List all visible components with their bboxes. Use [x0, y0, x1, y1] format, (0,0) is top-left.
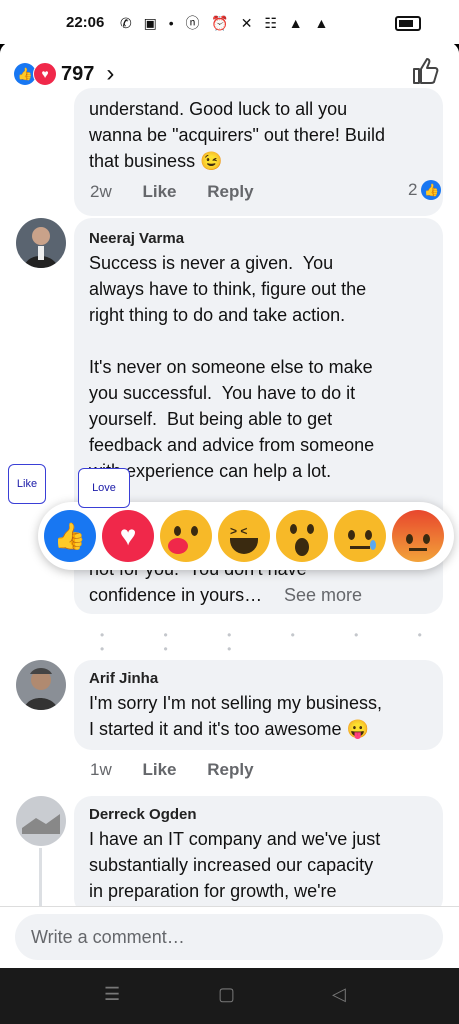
wow-icon[interactable]: [276, 510, 328, 562]
comment-time: 1w: [90, 760, 112, 779]
menu-icon[interactable]: ☰: [104, 984, 120, 1005]
thumbs-up-icon: [413, 58, 439, 84]
thread-line: [39, 848, 42, 906]
like-comment-button[interactable]: Like: [142, 760, 176, 779]
avatar[interactable]: [16, 218, 66, 268]
comment-reaction-count[interactable]: 2 👍: [408, 180, 442, 200]
sad-icon[interactable]: [334, 510, 386, 562]
comment-text: I have an IT company and we've just subs…: [89, 829, 381, 901]
reaction-count: 797: [61, 62, 95, 85]
love-icon[interactable]: ♥: [102, 510, 154, 562]
reply-button[interactable]: Reply: [207, 182, 253, 201]
love-reaction-icon: ♥: [33, 62, 57, 86]
status-bar: 22:06 ✆ ▣ • ⓝ ⏰ ✕ ☷ ▲ ▲: [0, 0, 459, 44]
comment-input[interactable]: Write a comment…: [15, 914, 443, 960]
comment-author[interactable]: Derreck Ogden: [89, 806, 197, 823]
chevron-right-icon[interactable]: ›: [106, 60, 114, 88]
like-tooltip: Like: [8, 464, 46, 504]
care-icon[interactable]: [160, 510, 212, 562]
reaction-summary[interactable]: 👍 ♥ 797 ›: [14, 60, 114, 88]
comment-bubble: Derreck Ogden I have an IT company and w…: [74, 796, 443, 916]
separator-dots: • • • • • • • • •: [100, 628, 450, 656]
comment-placeholder: Write a comment…: [31, 927, 185, 947]
like-comment-button[interactable]: Like: [142, 182, 176, 201]
system-nav-bar: ☰ ▢ ◁: [0, 968, 459, 1024]
like-icon[interactable]: 👍: [44, 510, 96, 562]
home-icon[interactable]: ▢: [218, 984, 235, 1005]
haha-icon[interactable]: > <: [218, 510, 270, 562]
battery-icon: [395, 16, 421, 31]
avatar[interactable]: [16, 660, 66, 710]
status-icons: ✆ ▣ • ⓝ ⏰ ✕ ☷ ▲ ▲: [120, 15, 333, 31]
reply-button[interactable]: Reply: [207, 760, 253, 779]
avatar[interactable]: [16, 796, 66, 846]
back-icon[interactable]: ◁: [332, 984, 346, 1005]
angry-icon[interactable]: [392, 510, 444, 562]
comment-actions: 1w Like Reply: [90, 760, 280, 780]
reaction-picker: 👍 ♥ > <: [38, 502, 454, 570]
comment-actions: 2w Like Reply: [90, 182, 280, 202]
comment-author[interactable]: Arif Jinha: [89, 670, 158, 687]
comment-author[interactable]: Neeraj Varma: [89, 230, 184, 247]
status-time: 22:06: [66, 14, 105, 31]
see-more-link[interactable]: See more: [284, 582, 362, 608]
comment-time: 2w: [90, 182, 112, 201]
comments-sheet: 👍 ♥ 797 › understand. Good luck to all y…: [0, 42, 459, 968]
comment-text: I'm sorry I'm not selling my business, I…: [89, 693, 382, 739]
love-tooltip: Love: [78, 468, 130, 508]
like-reaction-icon: 👍: [421, 180, 442, 200]
comment-text: Success is never a given. You always hav…: [89, 253, 375, 481]
comment-bubble: Arif Jinha I'm sorry I'm not selling my …: [74, 660, 443, 750]
comment-text: understand. Good luck to all you wanna b…: [89, 99, 385, 171]
comment-composer: Write a comment…: [0, 906, 459, 968]
